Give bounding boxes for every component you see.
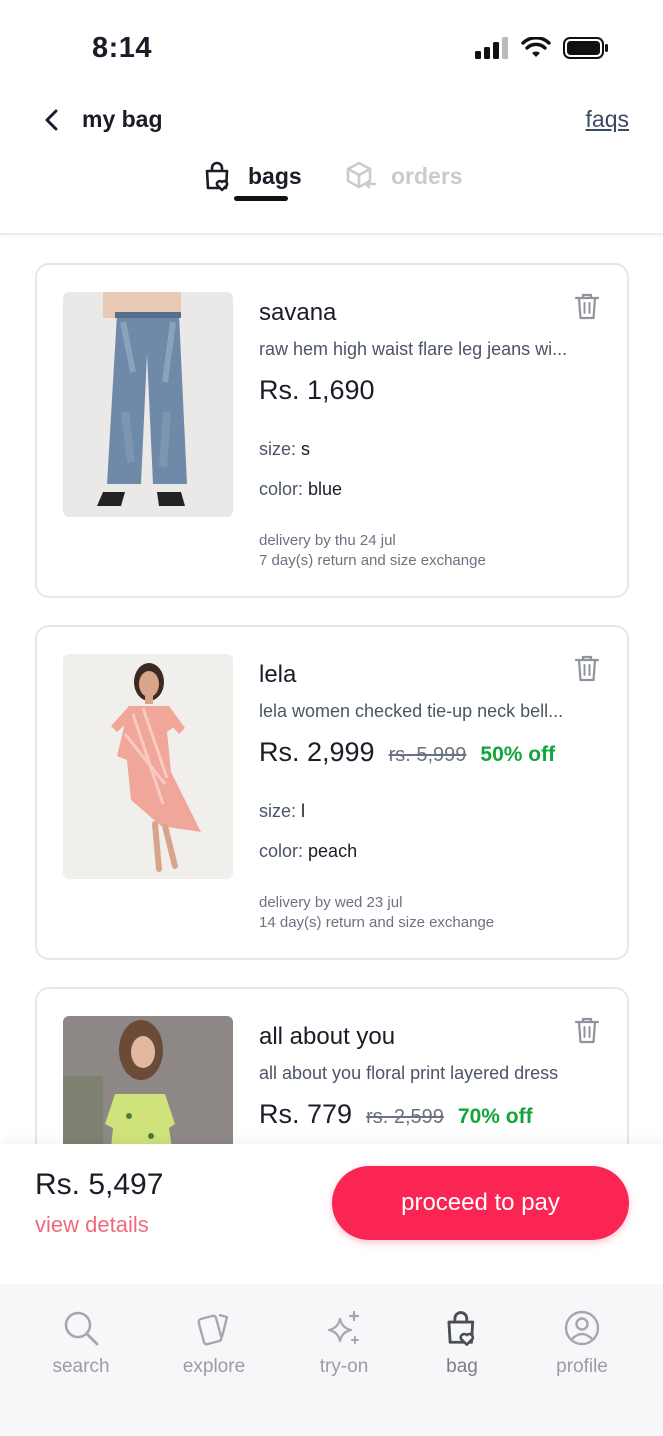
- bag-items-list[interactable]: savana raw hem high waist flare leg jean…: [0, 236, 663, 1144]
- tab-bags[interactable]: bags: [202, 160, 302, 192]
- nav-item-search[interactable]: search: [26, 1308, 136, 1378]
- trash-icon[interactable]: [573, 653, 601, 683]
- checkout-bar: Rs. 5,497 view details proceed to pay: [0, 1144, 663, 1284]
- user-circle-icon: [564, 1310, 600, 1346]
- wifi-icon: [521, 37, 551, 57]
- item-discount: 50% off: [480, 743, 556, 766]
- delivery-date: delivery by wed 23 jul: [259, 894, 403, 911]
- item-price: Rs. 1,690: [259, 375, 375, 405]
- cards-icon: [197, 1313, 229, 1346]
- back-button[interactable]: [36, 104, 68, 136]
- signal-icon: [475, 37, 508, 59]
- return-policy: 7 day(s) return and size exchange: [259, 552, 486, 569]
- trash-icon[interactable]: [573, 291, 601, 321]
- item-discount: 70% off: [457, 1105, 533, 1128]
- item-price: Rs. 2,999: [259, 737, 375, 767]
- size-label: size:: [259, 439, 297, 459]
- bottom-nav: search explore try-on bag profile: [0, 1284, 663, 1436]
- item-price: Rs. 779: [259, 1099, 353, 1129]
- return-policy: 14 day(s) return and size exchange: [259, 914, 495, 931]
- delivery-date: delivery by thu 24 jul: [259, 532, 396, 549]
- bag-heart-icon: [447, 1311, 475, 1346]
- price-row: Rs. 2,999 rs. 5,999 50% off: [259, 737, 555, 768]
- item-size[interactable]: size: s: [259, 439, 310, 460]
- bag-item-card[interactable]: lela lela women checked tie-up neck bell…: [35, 625, 629, 960]
- nav-item-profile[interactable]: profile: [527, 1308, 637, 1378]
- product-image[interactable]: [63, 292, 233, 517]
- color-value: peach: [308, 841, 358, 861]
- box-return-icon: [346, 161, 377, 189]
- price-row: Rs. 779 rs. 2,599 70% off: [259, 1099, 533, 1130]
- status-icons: [475, 36, 609, 60]
- price-row: Rs. 1,690: [259, 375, 375, 406]
- status-time: 8:14: [92, 32, 153, 64]
- item-size[interactable]: size: l: [259, 801, 305, 822]
- item-mrp: rs. 5,999: [388, 744, 467, 766]
- status-bar: 8:14: [0, 0, 663, 90]
- product-image[interactable]: [63, 1016, 233, 1144]
- item-mrp: rs. 2,599: [366, 1106, 444, 1128]
- color-label: color:: [259, 479, 304, 499]
- tab-orders[interactable]: orders: [345, 160, 463, 192]
- search-icon: [64, 1311, 99, 1346]
- size-label: size:: [259, 801, 297, 821]
- item-description: raw hem high waist flare leg jeans wi...: [259, 339, 568, 359]
- tab-orders-label: orders: [391, 162, 463, 189]
- size-value: l: [301, 801, 306, 821]
- view-details-link[interactable]: view details: [35, 1212, 149, 1238]
- item-color: color: blue: [259, 479, 342, 500]
- dress-image: [63, 654, 233, 879]
- item-brand: lela: [259, 661, 297, 688]
- bag-heart-icon: [205, 161, 229, 192]
- bag-item-card[interactable]: all about you all about you floral print…: [35, 987, 629, 1144]
- page-title: my bag: [82, 106, 163, 132]
- nav-label: explore: [182, 1356, 246, 1377]
- item-brand: savana: [259, 299, 337, 326]
- color-value: blue: [308, 479, 343, 499]
- faqs-link[interactable]: faqs: [586, 106, 629, 133]
- sparkles-icon: [327, 1310, 360, 1344]
- chevron-left-icon: [45, 109, 58, 131]
- active-tab-indicator: [234, 196, 288, 201]
- nav-label: search: [52, 1356, 110, 1377]
- battery-icon: [563, 37, 608, 59]
- floral-dress-image: [63, 1016, 233, 1144]
- item-brand: all about you: [259, 1023, 396, 1050]
- item-description: all about you floral print layered dress: [259, 1063, 559, 1083]
- trash-icon[interactable]: [573, 1015, 601, 1045]
- nav-label: profile: [556, 1356, 608, 1377]
- nav-item-explore[interactable]: explore: [159, 1308, 269, 1378]
- nav-item-try-on[interactable]: try-on: [289, 1308, 399, 1378]
- bag-item-card[interactable]: savana raw hem high waist flare leg jean…: [35, 263, 629, 598]
- tab-bags-label: bags: [248, 162, 302, 189]
- header: my bag faqs bags orders: [0, 90, 663, 235]
- bag-total: Rs. 5,497: [35, 1168, 164, 1201]
- size-value: s: [301, 439, 311, 459]
- item-color: color: peach: [259, 841, 357, 862]
- item-description: lela women checked tie-up neck bell...: [259, 701, 564, 721]
- jeans-image: [63, 292, 233, 517]
- nav-label: try-on: [319, 1356, 369, 1377]
- delivery-info: delivery by wed 23 jul 14 day(s) return …: [259, 893, 494, 933]
- nav-label: bag: [446, 1356, 478, 1377]
- nav-item-bag[interactable]: bag: [407, 1308, 517, 1378]
- product-image[interactable]: [63, 654, 233, 879]
- color-label: color:: [259, 841, 304, 861]
- delivery-info: delivery by thu 24 jul 7 day(s) return a…: [259, 531, 486, 571]
- proceed-to-pay-button[interactable]: proceed to pay: [332, 1166, 629, 1240]
